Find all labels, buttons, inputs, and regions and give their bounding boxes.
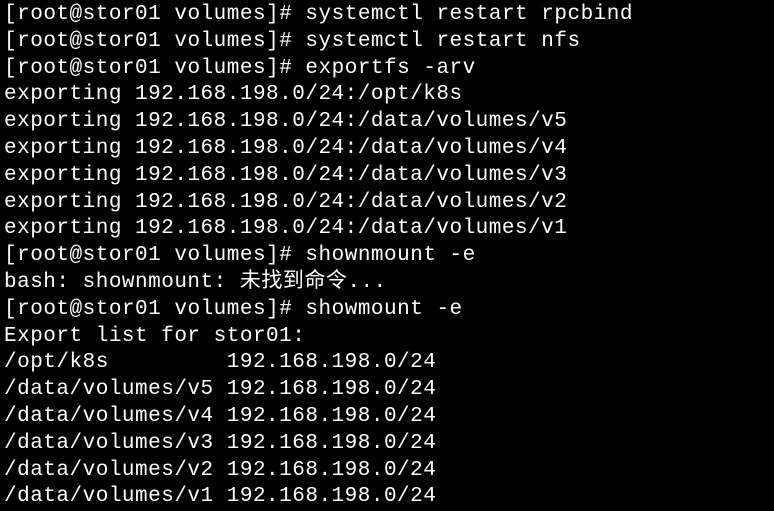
output-line: Export list for stor01: [4, 324, 770, 351]
prompt-open-bracket: [ [4, 3, 17, 26]
prompt-at: @ [70, 244, 83, 267]
prompt-user: root [17, 30, 69, 53]
prompt-host: stor01 [83, 244, 162, 267]
prompt-close-bracket: ] [266, 244, 279, 267]
output-text: Export list for stor01: [4, 325, 305, 348]
prompt-user: root [17, 57, 69, 80]
prompt-sigil: # [279, 298, 292, 321]
output-text: /data/volumes/v4 192.168.198.0/24 [4, 405, 436, 428]
prompt-sigil: # [279, 244, 292, 267]
command-text: systemctl restart rpcbind [305, 3, 633, 26]
output-text: exporting 192.168.198.0/24:/data/volumes… [4, 217, 567, 240]
prompt-cwd: volumes [174, 3, 266, 26]
output-text: exporting 192.168.198.0/24:/opt/k8s [4, 83, 463, 106]
prompt-close-bracket: ] [266, 30, 279, 53]
output-text: exporting 192.168.198.0/24:/data/volumes… [4, 110, 567, 133]
prompt-at: @ [70, 298, 83, 321]
prompt-host: stor01 [83, 3, 162, 26]
prompt-line: [root@stor01 volumes]# systemctl restart… [4, 2, 770, 29]
output-line: /data/volumes/v2 192.168.198.0/24 [4, 458, 770, 485]
output-text: /data/volumes/v1 192.168.198.0/24 [4, 485, 436, 508]
output-text: /data/volumes/v3 192.168.198.0/24 [4, 432, 436, 455]
output-line: /data/volumes/v3 192.168.198.0/24 [4, 431, 770, 458]
command-text: showmount -e [305, 298, 462, 321]
prompt-line: [root@stor01 volumes]# systemctl restart… [4, 29, 770, 56]
prompt-user: root [17, 244, 69, 267]
prompt-line: [root@stor01 volumes]# exportfs -arv [4, 56, 770, 83]
output-text: /data/volumes/v5 192.168.198.0/24 [4, 378, 436, 401]
command-text: systemctl restart nfs [305, 30, 580, 53]
prompt-sigil: # [279, 3, 292, 26]
prompt-close-bracket: ] [266, 298, 279, 321]
command-text: shownmount -e [305, 244, 475, 267]
output-line: exporting 192.168.198.0/24:/data/volumes… [4, 163, 770, 190]
prompt-host: stor01 [83, 30, 162, 53]
prompt-open-bracket: [ [4, 57, 17, 80]
output-text: exporting 192.168.198.0/24:/data/volumes… [4, 191, 567, 214]
output-line: bash: shownmount: 未找到命令... [4, 270, 770, 297]
terminal[interactable]: [root@stor01 volumes]# systemctl restart… [0, 0, 774, 511]
output-text: /data/volumes/v2 192.168.198.0/24 [4, 459, 436, 482]
prompt-cwd: volumes [174, 298, 266, 321]
output-line: exporting 192.168.198.0/24:/data/volumes… [4, 190, 770, 217]
output-line: /data/volumes/v4 192.168.198.0/24 [4, 404, 770, 431]
output-text: exporting 192.168.198.0/24:/data/volumes… [4, 137, 567, 160]
prompt-at: @ [70, 30, 83, 53]
prompt-user: root [17, 298, 69, 321]
output-line: /data/volumes/v5 192.168.198.0/24 [4, 377, 770, 404]
output-text: bash: shownmount: 未找到命令... [4, 271, 387, 294]
prompt-cwd: volumes [174, 30, 266, 53]
output-line: exporting 192.168.198.0/24:/data/volumes… [4, 216, 770, 243]
command-text: exportfs -arv [305, 57, 475, 80]
output-line: exporting 192.168.198.0/24:/data/volumes… [4, 136, 770, 163]
output-line: exporting 192.168.198.0/24:/data/volumes… [4, 109, 770, 136]
output-text: exporting 192.168.198.0/24:/data/volumes… [4, 164, 567, 187]
prompt-user: root [17, 3, 69, 26]
prompt-sigil: # [279, 30, 292, 53]
prompt-close-bracket: ] [266, 57, 279, 80]
prompt-close-bracket: ] [266, 3, 279, 26]
prompt-at: @ [70, 57, 83, 80]
output-line: /opt/k8s 192.168.198.0/24 [4, 350, 770, 377]
output-line: /data/volumes/v1 192.168.198.0/24 [4, 484, 770, 511]
prompt-line: [root@stor01 volumes]# shownmount -e [4, 243, 770, 270]
prompt-cwd: volumes [174, 57, 266, 80]
prompt-line: [root@stor01 volumes]# showmount -e [4, 297, 770, 324]
prompt-sigil: # [279, 57, 292, 80]
prompt-open-bracket: [ [4, 298, 17, 321]
output-text: /opt/k8s 192.168.198.0/24 [4, 351, 436, 374]
prompt-host: stor01 [83, 298, 162, 321]
prompt-at: @ [70, 3, 83, 26]
output-line: exporting 192.168.198.0/24:/opt/k8s [4, 82, 770, 109]
prompt-open-bracket: [ [4, 244, 17, 267]
prompt-host: stor01 [83, 57, 162, 80]
prompt-open-bracket: [ [4, 30, 17, 53]
prompt-cwd: volumes [174, 244, 266, 267]
